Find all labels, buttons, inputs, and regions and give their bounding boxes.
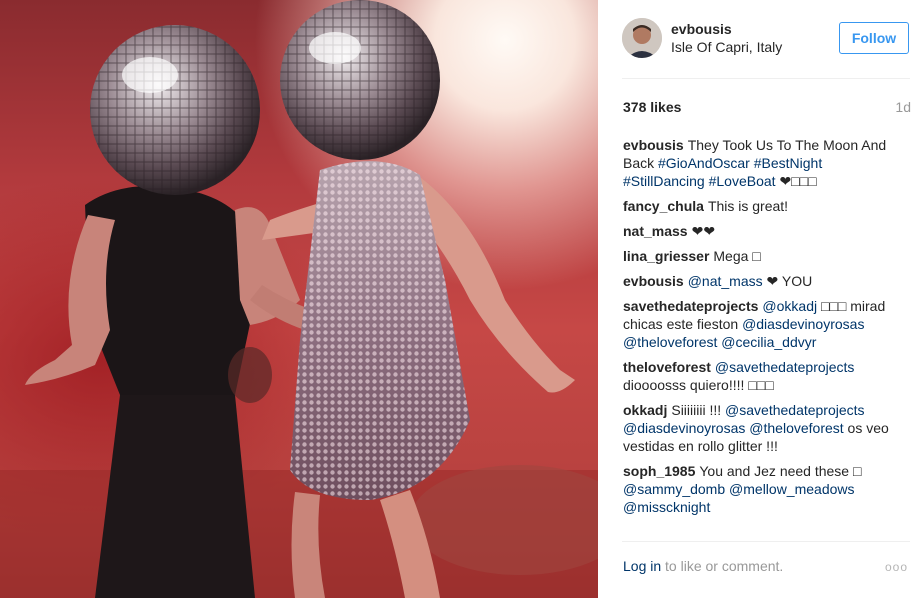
comment-text: dioooosss quiero!!!! □□□	[623, 377, 774, 393]
post-header: evbousis Isle Of Capri, Italy Follow	[598, 0, 918, 78]
comment-item: theloveforest @savethedateprojects dioooo…	[623, 358, 905, 394]
comment-username[interactable]: lina_griesser	[623, 248, 709, 264]
comment-link[interactable]: @diasdevinoyrosas	[623, 420, 745, 436]
follow-button[interactable]: Follow	[839, 22, 909, 54]
login-suffix: to like or comment.	[661, 558, 784, 574]
comment-item: evbousis They Took Us To The Moon And Bac…	[623, 136, 905, 190]
post-photo[interactable]	[0, 0, 598, 598]
comment-link[interactable]: #LoveBoat	[709, 173, 776, 189]
comment-link[interactable]: @theloveforest	[749, 420, 843, 436]
footer-divider	[622, 541, 910, 542]
comment-item: fancy_chula This is great!	[623, 197, 905, 215]
comment-item: nat_mass ❤❤	[623, 222, 905, 240]
comment-link[interactable]: @mellow_meadows	[729, 481, 854, 497]
post-details-panel: evbousis Isle Of Capri, Italy Follow 378…	[598, 0, 918, 598]
comment-username[interactable]: nat_mass	[623, 223, 688, 239]
comment-item: lina_griesser Mega □	[623, 247, 905, 265]
comment-link[interactable]: @theloveforest	[623, 334, 717, 350]
comment-text: Mega □	[713, 248, 761, 264]
photo-illustration	[0, 0, 598, 598]
comment-item: soph_1985 You and Jez need these □ @sammy…	[623, 462, 905, 516]
comment-item: savethedateprojects @okkadj □□□ mirad chi…	[623, 297, 905, 351]
comment-username[interactable]: savethedateprojects	[623, 298, 758, 314]
comment-link[interactable]: @nat_mass	[688, 273, 763, 289]
comment-username[interactable]: fancy_chula	[623, 198, 704, 214]
comment-link[interactable]: @cecilia_ddvyr	[721, 334, 816, 350]
comment-username[interactable]: evbousis	[623, 273, 684, 289]
login-link[interactable]: Log in	[623, 558, 661, 574]
comments-list: evbousis They Took Us To The Moon And Bac…	[623, 136, 905, 523]
comment-text: ❤ YOU	[762, 273, 813, 289]
comment-item: evbousis @nat_mass ❤ YOU	[623, 272, 905, 290]
comment-username[interactable]: evbousis	[623, 137, 684, 153]
comment-link[interactable]: @savethedateprojects	[725, 402, 865, 418]
comment-text: Siiiiiiii !!!	[671, 402, 726, 418]
post-time[interactable]: 1d	[895, 99, 911, 115]
post-stats: 378 likes 1d	[623, 99, 911, 117]
post-location[interactable]: Isle Of Capri, Italy	[671, 39, 782, 55]
comment-username[interactable]: theloveforest	[623, 359, 711, 375]
header-divider	[622, 78, 910, 79]
comment-link[interactable]: @misscknight	[623, 499, 710, 515]
comment-text: You and Jez need these □	[699, 463, 862, 479]
comment-link[interactable]: #GioAndOscar	[658, 155, 750, 171]
comment-link[interactable]: #StillDancing	[623, 173, 705, 189]
more-options-icon[interactable]: ooo	[885, 560, 908, 574]
comment-link[interactable]: @sammy_domb	[623, 481, 725, 497]
comment-text: This is great!	[707, 198, 789, 214]
comment-link[interactable]: @diasdevinoyrosas	[742, 316, 864, 332]
comment-text: ❤❤	[691, 223, 716, 239]
comment-text: ❤□□□	[775, 173, 817, 189]
comment-link[interactable]: #BestNight	[754, 155, 822, 171]
comment-link[interactable]: @okkadj	[762, 298, 817, 314]
post-username[interactable]: evbousis	[671, 21, 732, 37]
likes-count[interactable]: 378 likes	[623, 99, 681, 115]
comment-username[interactable]: soph_1985	[623, 463, 695, 479]
comment-item: okkadj Siiiiiiii !!! @savethedateprojects…	[623, 401, 905, 455]
comment-username[interactable]: okkadj	[623, 402, 667, 418]
login-prompt: Log in to like or comment.	[623, 558, 783, 574]
avatar-icon[interactable]	[622, 18, 662, 58]
comment-link[interactable]: @savethedateprojects	[715, 359, 855, 375]
